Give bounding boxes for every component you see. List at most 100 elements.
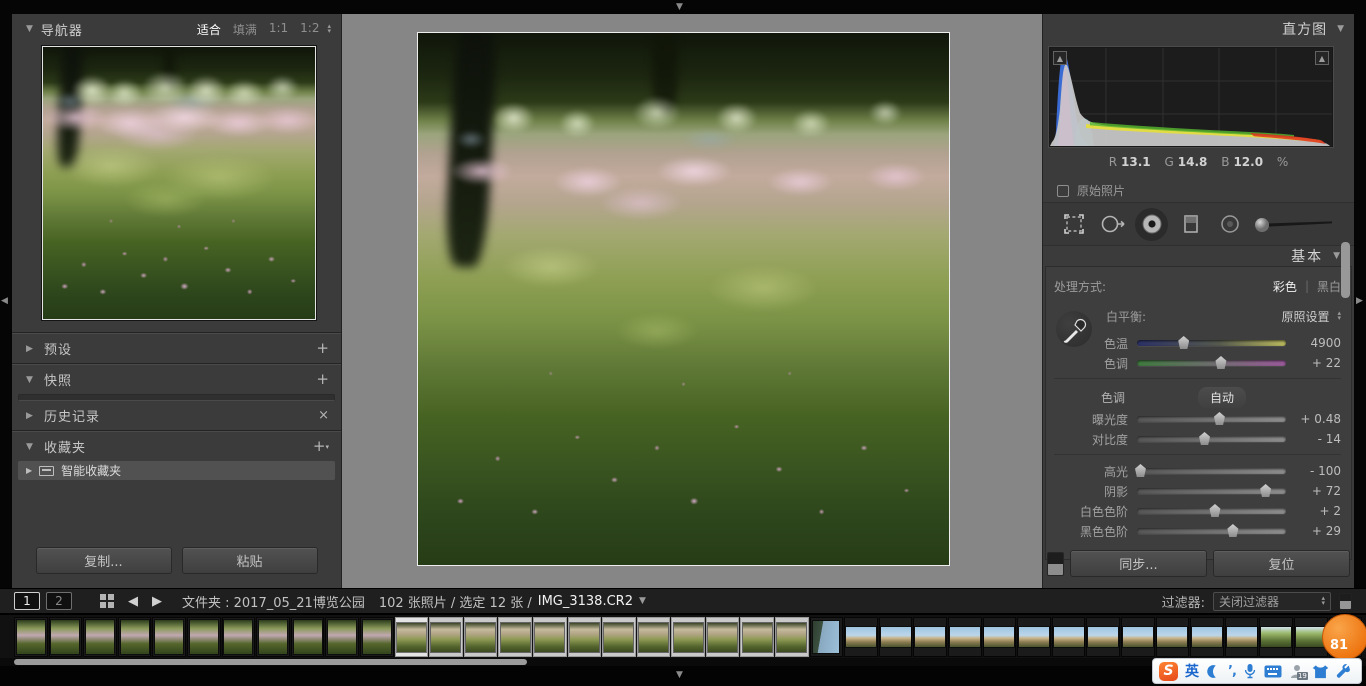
zoom-stepper-icon[interactable]: ▴▾	[327, 24, 331, 34]
punctuation-icon[interactable]: ’,	[1228, 664, 1236, 679]
basic-panel-header[interactable]: 基本 ▼	[1291, 246, 1340, 266]
original-photo-checkbox[interactable]	[1057, 185, 1069, 197]
collapse-top-icon[interactable]: ▼	[676, 2, 683, 12]
spot-removal-tool-icon[interactable]	[1096, 208, 1129, 241]
auto-tone-button[interactable]: 自动	[1198, 387, 1246, 408]
slider-thumb[interactable]	[1134, 464, 1147, 477]
slider-thumb[interactable]	[1213, 412, 1226, 425]
filmstrip-thumb[interactable]	[152, 617, 186, 657]
filmstrip-thumb[interactable]	[1259, 617, 1293, 657]
slider-track[interactable]	[1137, 468, 1286, 474]
second-window-button[interactable]: 2	[46, 592, 72, 610]
collapse-bottom-icon[interactable]: ▼	[676, 670, 683, 680]
navigator-zoom-option[interactable]: 1:2	[300, 21, 319, 38]
slider-track[interactable]	[1137, 508, 1286, 514]
smart-collection-row[interactable]: ▶ 智能收藏夹	[18, 461, 335, 480]
navigator-zoom-option[interactable]: 1:1	[269, 21, 288, 38]
filename-caret-icon[interactable]: ▼	[639, 596, 646, 606]
white-balance-preset[interactable]: 原照设置 ▴▾	[1281, 308, 1341, 325]
filmstrip-thumb[interactable]	[49, 617, 83, 657]
filmstrip-thumb[interactable]	[1121, 617, 1155, 657]
collections-disclosure-icon[interactable]: ▼	[26, 442, 35, 452]
white-balance-eyedropper[interactable]	[1056, 311, 1092, 347]
fullwidth-moon-icon[interactable]	[1206, 664, 1221, 679]
filmstrip-thumb[interactable]	[913, 617, 947, 657]
current-filename[interactable]: IMG_3138.CR2	[538, 594, 633, 609]
filmstrip-thumb[interactable]	[602, 617, 636, 657]
next-photo-icon[interactable]: ▶	[152, 594, 162, 609]
slider-track[interactable]	[1137, 488, 1286, 494]
settings-wrench-icon[interactable]	[1336, 664, 1351, 679]
notification-badge[interactable]: 81	[1322, 614, 1366, 660]
treatment-bw-option[interactable]: 黑白	[1317, 278, 1341, 295]
sync-mode-toggle[interactable]	[1047, 552, 1064, 576]
filmstrip-thumb[interactable]	[983, 617, 1017, 657]
left-panel-collapse-strip[interactable]: ◀	[0, 14, 12, 588]
collapse-right-icon[interactable]: ▶	[1356, 296, 1363, 306]
filmstrip-thumb[interactable]	[1086, 617, 1120, 657]
filmstrip-thumb[interactable]	[706, 617, 740, 657]
filmstrip-scrollbar-thumb[interactable]	[14, 659, 527, 665]
sogou-logo-icon[interactable]: S	[1159, 662, 1178, 681]
copy-button[interactable]: 复制...	[36, 547, 172, 574]
filmstrip-thumb[interactable]	[291, 617, 325, 657]
filmstrip-thumb[interactable]	[464, 617, 498, 657]
section-collections[interactable]: ▼ 收藏夹 +▾	[12, 432, 341, 461]
navigator-disclosure-icon[interactable]: ▼	[26, 24, 33, 34]
filmstrip-thumb[interactable]	[844, 617, 878, 657]
right-panel-collapse-strip[interactable]: ▶	[1354, 14, 1366, 588]
snapshots-disclosure-icon[interactable]: ▼	[26, 375, 35, 385]
section-presets[interactable]: ▶ 预设 +	[12, 334, 341, 363]
paste-button[interactable]: 粘贴	[182, 547, 318, 574]
histogram-header[interactable]: 直方图 ▼	[1043, 14, 1354, 44]
slider-thumb[interactable]	[1208, 504, 1221, 517]
filmstrip-thumb[interactable]	[325, 617, 359, 657]
section-history[interactable]: ▶ 历史记录 ×	[12, 401, 341, 430]
filmstrip-thumb[interactable]	[533, 617, 567, 657]
main-photo[interactable]	[417, 32, 950, 566]
filmstrip-thumb[interactable]	[1225, 617, 1259, 657]
slider-track[interactable]	[1137, 416, 1286, 422]
navigator-zoom-option[interactable]: 适合	[197, 21, 221, 38]
filmstrip-thumb[interactable]	[1156, 617, 1190, 657]
smart-collection-disclosure-icon[interactable]: ▶	[26, 466, 32, 475]
basic-disclosure-icon[interactable]: ▼	[1333, 251, 1340, 261]
navigator-header[interactable]: ▼ 导航器 适合填满1:11:2 ▴▾	[12, 14, 341, 44]
chinese-english-toggle-icon[interactable]: 英	[1185, 661, 1199, 681]
white-balance-stepper-icon[interactable]: ▴▾	[1337, 311, 1341, 321]
filmstrip-thumb[interactable]	[256, 617, 290, 657]
snapshots-add-icon[interactable]: +	[316, 372, 329, 387]
filmstrip-thumb[interactable]	[879, 617, 913, 657]
login-account-icon[interactable]: 19	[1289, 663, 1305, 679]
slider-track[interactable]	[1137, 340, 1286, 346]
original-photo-row[interactable]: 原始照片	[1057, 182, 1125, 199]
filmstrip[interactable]	[0, 615, 1366, 658]
reset-button[interactable]: 复位	[1213, 550, 1350, 577]
presets-add-icon[interactable]: +	[316, 341, 329, 356]
slider-track[interactable]	[1137, 528, 1286, 534]
filmstrip-thumb[interactable]	[118, 617, 152, 657]
filmstrip-thumb[interactable]	[810, 617, 844, 657]
filmstrip-thumb[interactable]	[83, 617, 117, 657]
slider-thumb[interactable]	[1198, 432, 1211, 445]
crop-tool-icon[interactable]	[1057, 208, 1090, 241]
skin-shirt-icon[interactable]	[1312, 664, 1329, 679]
filmstrip-thumb[interactable]	[671, 617, 705, 657]
microphone-icon[interactable]	[1243, 663, 1257, 679]
history-disclosure-icon[interactable]: ▶	[26, 411, 35, 421]
navigator-zoom-option[interactable]: 填满	[233, 21, 257, 38]
filmstrip-thumb[interactable]	[948, 617, 982, 657]
collapse-left-icon[interactable]: ◀	[1, 296, 8, 306]
main-window-button[interactable]: 1	[14, 592, 40, 610]
red-eye-tool-icon[interactable]	[1135, 208, 1168, 241]
previous-photo-icon[interactable]: ◀	[128, 594, 138, 609]
filmstrip-thumb[interactable]	[1190, 617, 1224, 657]
section-snapshots[interactable]: ▼ 快照 +	[12, 365, 341, 394]
slider-track[interactable]	[1137, 360, 1286, 366]
filmstrip-thumb[interactable]	[429, 617, 463, 657]
right-panel-scrollbar[interactable]	[1341, 242, 1350, 298]
navigator-preview[interactable]	[42, 46, 316, 320]
filmstrip-thumb[interactable]	[568, 617, 602, 657]
sync-button[interactable]: 同步...	[1070, 550, 1207, 577]
filmstrip-thumb[interactable]	[1017, 617, 1051, 657]
